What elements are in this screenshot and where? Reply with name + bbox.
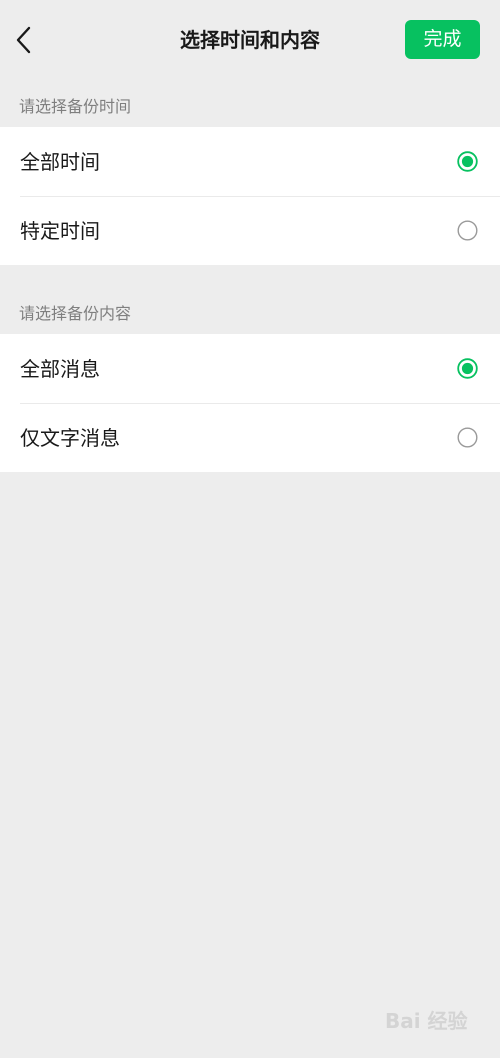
done-button[interactable]: 完成 xyxy=(405,20,480,59)
option-specific-time[interactable]: 特定时间 xyxy=(0,196,500,265)
top-bar: 选择时间和内容 完成 xyxy=(0,0,500,80)
radio-unchecked-icon[interactable] xyxy=(457,427,478,448)
option-label: 仅文字消息 xyxy=(20,426,120,450)
content-options-group: 全部消息 仅文字消息 xyxy=(0,334,500,472)
option-all-messages[interactable]: 全部消息 xyxy=(0,334,500,403)
content-section-label: 请选择备份内容 xyxy=(19,304,132,323)
option-label: 特定时间 xyxy=(20,219,100,243)
radio-checked-icon[interactable] xyxy=(457,358,478,379)
watermark: Bai 经验 xyxy=(385,1009,468,1033)
radio-unchecked-icon[interactable] xyxy=(457,220,478,241)
option-label: 全部时间 xyxy=(20,150,100,174)
radio-checked-icon[interactable] xyxy=(457,151,478,172)
time-options-group: 全部时间 特定时间 xyxy=(0,127,500,265)
time-section-label: 请选择备份时间 xyxy=(19,97,132,116)
option-text-messages-only[interactable]: 仅文字消息 xyxy=(0,403,500,472)
option-label: 全部消息 xyxy=(20,357,100,381)
option-all-time[interactable]: 全部时间 xyxy=(0,127,500,196)
